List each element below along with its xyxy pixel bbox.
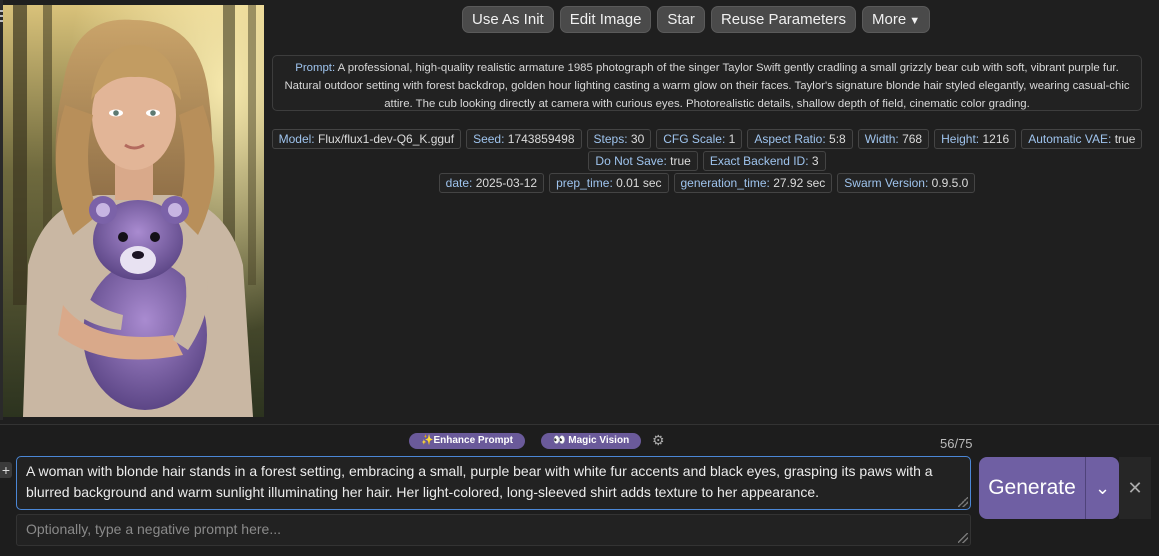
reuse-parameters-button[interactable]: Reuse Parameters — [710, 6, 856, 33]
enhance-prompt-label: Enhance Prompt — [433, 435, 513, 446]
main-prompt-text: A woman with blonde hair stands in a for… — [26, 463, 933, 500]
generate-button[interactable]: Generate — [979, 457, 1085, 519]
metadata-row-2: Do Not Save: true Exact Backend ID: 3 — [272, 151, 1142, 171]
meta-chip-cfg-scale: CFG Scale: 1 — [656, 129, 743, 149]
more-button[interactable]: More ▼ — [862, 6, 931, 33]
meta-value: true — [1114, 132, 1136, 146]
prompt-input-panel: ✨Enhance Prompt 👀 Magic Vision ⚙ 56/75 +… — [0, 424, 1159, 556]
meta-value: 1 — [728, 132, 736, 146]
close-icon[interactable]: ✕ — [1119, 457, 1151, 519]
chevron-down-icon[interactable]: ⌄ — [1085, 457, 1119, 519]
magic-vision-label: Magic Vision — [568, 435, 630, 446]
meta-key: generation_time: — [680, 176, 770, 190]
meta-value: 768 — [902, 132, 923, 146]
meta-value: 0.01 sec — [616, 176, 662, 190]
meta-chip-do-not-save: Do Not Save: true — [588, 151, 698, 171]
resize-handle-icon[interactable] — [958, 497, 968, 507]
metadata-row-3: date: 2025-03-12 prep_time: 0.01 sec gen… — [272, 173, 1142, 193]
image-preview-pane — [0, 0, 266, 420]
resize-handle-icon[interactable] — [958, 533, 968, 543]
meta-chip-steps: Steps: 30 — [586, 129, 652, 149]
main-prompt-input[interactable]: A woman with blonde hair stands in a for… — [16, 456, 971, 510]
edit-image-button[interactable]: Edit Image — [559, 6, 652, 33]
meta-key: Swarm Version: — [844, 176, 929, 190]
meta-key: Aspect Ratio: — [754, 132, 826, 146]
eyes-icon: 👀 — [553, 435, 569, 446]
meta-chip-width: Width: 768 — [857, 129, 930, 149]
metadata-row-1: Model: Flux/flux1-dev-Q6_K.gguf Seed: 17… — [271, 129, 1143, 149]
meta-value: 2025-03-12 — [475, 176, 538, 190]
meta-chip-automatic-vae: Automatic VAE: true — [1021, 129, 1143, 149]
meta-chip-aspect-ratio: Aspect Ratio: 5:8 — [747, 129, 853, 149]
sparkle-icon: ✨ — [421, 435, 434, 446]
prompt-text: A professional, high-quality realistic a… — [284, 62, 1130, 110]
meta-value: true — [670, 154, 691, 168]
enhance-prompt-button[interactable]: ✨Enhance Prompt — [409, 433, 525, 449]
image-prompt-info: Prompt: A professional, high-quality rea… — [272, 55, 1142, 111]
meta-chip-swarm-version: Swarm Version: 0.9.5.0 — [837, 173, 976, 193]
meta-key: date: — [445, 176, 473, 190]
meta-value: 1743859498 — [507, 132, 575, 146]
meta-key: Do Not Save: — [595, 154, 667, 168]
meta-key: Width: — [864, 132, 899, 146]
token-counter: 56/75 — [940, 436, 973, 451]
star-button[interactable]: Star — [657, 6, 705, 33]
meta-key: Automatic VAE: — [1028, 132, 1112, 146]
meta-value: Flux/flux1-dev-Q6_K.gguf — [318, 132, 455, 146]
meta-chip-backend-id: Exact Backend ID: 3 — [702, 151, 826, 171]
meta-key: CFG Scale: — [663, 132, 726, 146]
magic-vision-button[interactable]: 👀 Magic Vision — [541, 433, 642, 449]
meta-key: Exact Backend ID: — [709, 154, 809, 168]
generate-controls: Generate ⌄ ✕ — [979, 457, 1151, 521]
negative-prompt-input[interactable]: Optionally, type a negative prompt here.… — [16, 514, 971, 546]
meta-value: 30 — [630, 132, 645, 146]
meta-chip-date: date: 2025-03-12 — [438, 173, 545, 193]
meta-chip-prep-time: prep_time: 0.01 sec — [549, 173, 669, 193]
chevron-down-icon: ▼ — [909, 15, 921, 27]
generated-image[interactable] — [3, 5, 264, 417]
more-label: More — [872, 11, 907, 28]
meta-value: 27.92 sec — [773, 176, 826, 190]
meta-value: 0.9.5.0 — [931, 176, 969, 190]
app-window: Use As Init Edit Image Star Reuse Parame… — [0, 0, 1159, 556]
meta-key: Model: — [278, 132, 315, 146]
gear-icon[interactable]: ⚙ — [652, 433, 666, 447]
use-as-init-button[interactable]: Use As Init — [462, 6, 554, 33]
image-actions-toolbar: Use As Init Edit Image Star Reuse Parame… — [462, 6, 931, 33]
negative-prompt-placeholder: Optionally, type a negative prompt here.… — [26, 521, 281, 537]
add-icon[interactable]: + — [0, 462, 12, 478]
meta-chip-height: Height: 1216 — [934, 129, 1017, 149]
meta-key: Height: — [941, 132, 980, 146]
meta-chip-model: Model: Flux/flux1-dev-Q6_K.gguf — [271, 129, 462, 149]
meta-chip-seed: Seed: 1743859498 — [466, 129, 582, 149]
meta-key: Steps: — [593, 132, 628, 146]
prompt-label: Prompt: — [295, 62, 336, 74]
meta-value: 1216 — [982, 132, 1010, 146]
meta-value: 3 — [811, 154, 819, 168]
meta-chip-generation-time: generation_time: 27.92 sec — [673, 173, 833, 193]
meta-value: 5:8 — [829, 132, 846, 146]
meta-key: Seed: — [473, 132, 505, 146]
meta-key: prep_time: — [556, 176, 613, 190]
